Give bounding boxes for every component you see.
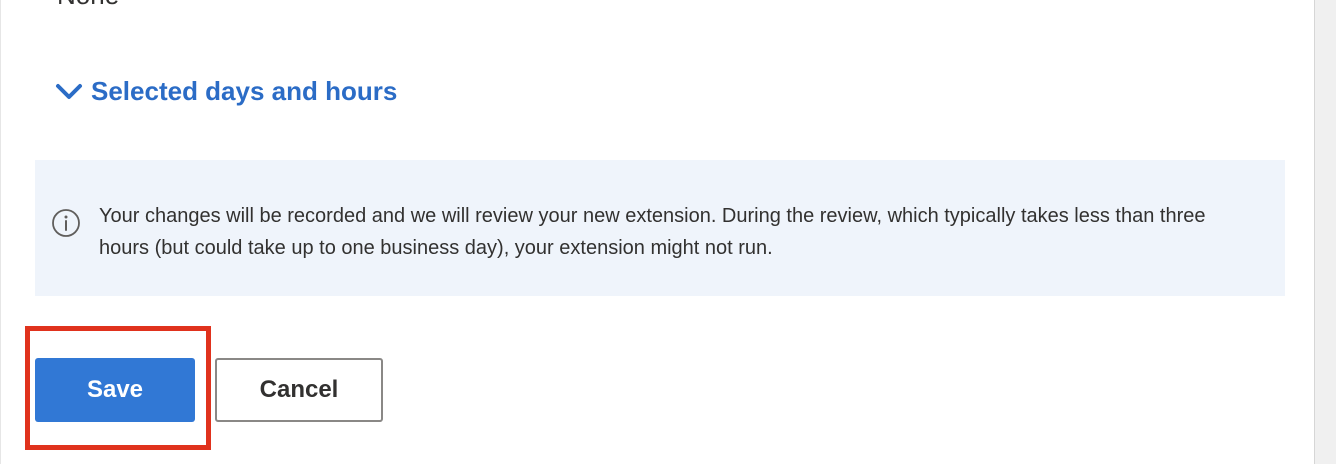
field-value: None: [57, 0, 119, 11]
scrollbar-track[interactable]: [1314, 0, 1336, 464]
info-message-text: Your changes will be recorded and we wil…: [99, 205, 1206, 259]
selected-days-hours-toggle[interactable]: Selected days and hours: [55, 76, 397, 107]
info-message-box: Your changes will be recorded and we wil…: [35, 160, 1285, 296]
save-button[interactable]: Save: [35, 358, 195, 422]
info-icon: [52, 209, 80, 237]
cancel-button[interactable]: Cancel: [215, 358, 383, 422]
chevron-down-icon: [56, 83, 82, 99]
settings-panel: None Selected days and hours Your change…: [0, 0, 1315, 464]
section-toggle-label: Selected days and hours: [91, 76, 398, 106]
